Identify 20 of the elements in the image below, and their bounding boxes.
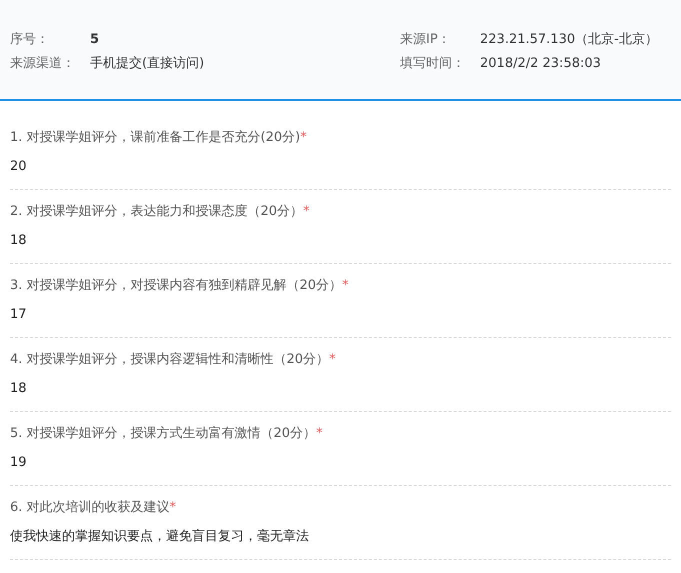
question-text: 3. 对授课学姐评分，对授课内容有独到精辟见解（20分）*: [10, 277, 350, 295]
field-value: 2018/2/2 23:58:03: [480, 56, 601, 70]
question-text: 5. 对授课学姐评分，授课方式生动富有激情（20分）*: [10, 425, 324, 443]
field-value: 手机提交(直接访问): [90, 55, 204, 72]
answer-text: 使我快速的掌握知识要点，避免盲目复习，毫无章法: [10, 528, 310, 546]
field-label: 来源IP：: [400, 31, 452, 48]
question-text: 1. 对授课学姐评分，课前准备工作是否充分(20分)*: [10, 129, 308, 147]
answer-text: 17: [10, 306, 28, 324]
question-text: 6. 对此次培训的收获及建议*: [10, 499, 178, 517]
field-label: 来源渠道：: [10, 55, 76, 72]
answer-text: 18: [10, 232, 28, 250]
answer-text: 18: [10, 380, 28, 398]
question-text: 4. 对授课学姐评分，授课内容逻辑性和清晰性（20分）*: [10, 351, 337, 369]
answer-text: 20: [10, 158, 28, 176]
field-label: 填写时间：: [400, 55, 466, 72]
field-value: 5: [90, 32, 100, 46]
question-text: 2. 对授课学姐评分，表达能力和授课态度（20分）*: [10, 203, 311, 221]
field-value: 223.21.57.130（北京-北京）: [480, 31, 658, 48]
field-label: 序号：: [10, 31, 50, 48]
answer-text: 19: [10, 454, 28, 472]
